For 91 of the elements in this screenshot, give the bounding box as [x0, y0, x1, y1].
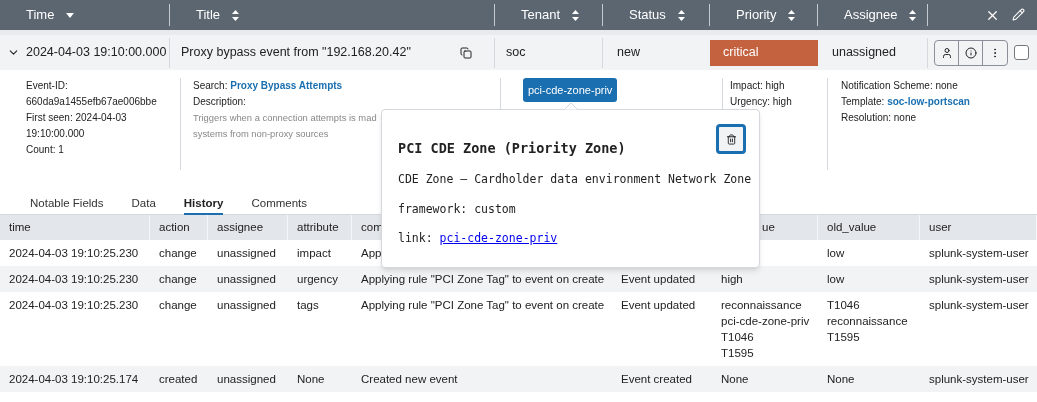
table-cell-text: splunk-system-user	[929, 272, 1029, 287]
column-header[interactable]: Priority	[710, 4, 818, 26]
description-text: systems from non-proxy sources	[193, 127, 329, 141]
table-cell-text: None	[721, 372, 749, 387]
table-cell-text: Created new event	[361, 372, 458, 387]
column-header: attribute	[297, 219, 339, 235]
table-cell-text: high	[721, 272, 743, 287]
table-cell-text: low	[827, 246, 845, 261]
search-info: Search: Proxy Bypass Attempts	[193, 79, 344, 93]
table-cell-text: pci-cde-zone-priv	[721, 314, 810, 329]
table-cell-text: change	[159, 272, 197, 287]
search-link[interactable]: Proxy Bypass Attempts	[230, 80, 343, 91]
template-info: Template: soc-low-portscan	[841, 95, 971, 109]
sort-icon	[232, 9, 240, 21]
assignee-value: unassigned	[832, 44, 896, 62]
column-header: time	[9, 219, 31, 235]
table-cell-text: T1595	[721, 346, 754, 361]
table-cell-text: urgency	[297, 272, 338, 287]
event-id: Event-ID: 660da9a1455efb67ae006bbe	[26, 79, 158, 109]
table-cell-text: unassigned	[217, 272, 276, 287]
status-value: new	[617, 44, 640, 62]
user-icon	[940, 46, 953, 59]
column-header: assignee	[217, 219, 264, 235]
column-header[interactable]: Status	[603, 4, 710, 26]
table-cell-text: splunk-system-user	[929, 372, 1029, 387]
table-cell-text: 2024-04-03 19:10:25.230	[9, 272, 139, 287]
table-cell-text: 2024-04-03 19:10:25.174	[9, 372, 139, 387]
table-cell-text: low	[827, 272, 845, 287]
event-title: Proxy bypass event from "192.168.20.42"	[181, 44, 411, 62]
table-cell-text: App	[361, 246, 382, 261]
impact-info: Impact: high	[730, 79, 786, 93]
column-header[interactable]: Assignee	[818, 4, 928, 26]
table-cell-text: None	[297, 372, 325, 387]
table-cell-text: Event updated	[621, 298, 696, 313]
table-cell-text: None	[827, 372, 855, 387]
trash-icon	[725, 133, 737, 145]
table-cell-text: splunk-system-user	[929, 298, 1029, 313]
popover-link-line: link: pci-cde-zone-priv	[398, 229, 558, 247]
copy-icon[interactable]	[460, 46, 472, 59]
table-cell-text: change	[159, 246, 197, 261]
table-cell-text: reconnaissance	[721, 298, 802, 313]
tab[interactable]: Comments	[251, 194, 308, 215]
table-cell-text: tags	[297, 298, 319, 313]
edit-icon[interactable]	[1012, 7, 1025, 21]
table-cell-text: unassigned	[217, 372, 276, 387]
delete-button[interactable]	[716, 124, 746, 154]
table-cell-text: created	[159, 372, 198, 387]
table-cell-text: Applying rule "PCI Zone Tag" to event on create	[361, 272, 605, 287]
popover-framework: framework: custom	[398, 200, 516, 218]
table-cell-text: impact	[297, 246, 331, 261]
column-header: old_value	[827, 219, 877, 235]
table-cell-text: change	[159, 298, 197, 313]
tenant-value: soc	[506, 44, 526, 62]
first-seen: First seen: 2024-04-03 19:10:00.000	[26, 111, 128, 141]
sort-icon	[788, 9, 796, 21]
table-cell-text: 2024-04-03 19:10:25.230	[9, 298, 139, 313]
resolution-info: Resolution: none	[841, 111, 918, 125]
description-label: Description:	[193, 95, 247, 109]
column-header[interactable]: Title	[170, 4, 495, 26]
table-cell-text: unassigned	[217, 246, 276, 261]
sort-icon	[909, 9, 917, 21]
table-cell-text: unassigned	[217, 298, 276, 313]
tab[interactable]: Data	[131, 194, 156, 215]
sort-icon	[677, 9, 685, 21]
table-cell-text: Event updated	[621, 272, 696, 287]
info-icon	[964, 46, 977, 59]
table-cell-text: splunk-system-user	[929, 246, 1029, 261]
description-text: Triggers when a connection attempts is mad	[193, 111, 377, 125]
column-header: user	[929, 219, 952, 235]
template-link[interactable]: soc-low-portscan	[887, 96, 970, 107]
column-header: action	[159, 219, 190, 235]
table-cell-text: Applying rule "PCI Zone Tag" to event on create	[361, 298, 605, 313]
table-cell-text: 2024-04-03 19:10:25.230	[9, 246, 139, 261]
tab[interactable]: Notable Fields	[30, 194, 104, 215]
column-header[interactable]: Tenant	[495, 4, 603, 26]
sort-icon	[572, 9, 580, 21]
table-cell-text: T1046 reconnaissance T1595	[827, 298, 908, 345]
sort-down-icon	[66, 12, 75, 18]
priority-badge: critical	[710, 39, 818, 66]
tag-chip[interactable]: pci-cde-zone-priv	[523, 78, 618, 102]
row-checkbox[interactable]	[1014, 45, 1029, 60]
urgency-info: Urgency: high	[730, 95, 793, 109]
event-time: 2024-04-03 19:10:00.000	[26, 44, 167, 62]
event-count: Count: 1	[26, 143, 65, 157]
column-header[interactable]: Time	[0, 4, 170, 26]
popover-title: PCI CDE Zone (Priority Zone)	[398, 139, 626, 158]
column-header: ue	[762, 219, 775, 235]
table-cell-text: Event created	[621, 372, 692, 387]
popover-link[interactable]: pci-cde-zone-priv	[439, 230, 558, 245]
notification-info: Notification Scheme: none	[841, 79, 959, 93]
table-cell-text: T1046	[721, 330, 754, 345]
